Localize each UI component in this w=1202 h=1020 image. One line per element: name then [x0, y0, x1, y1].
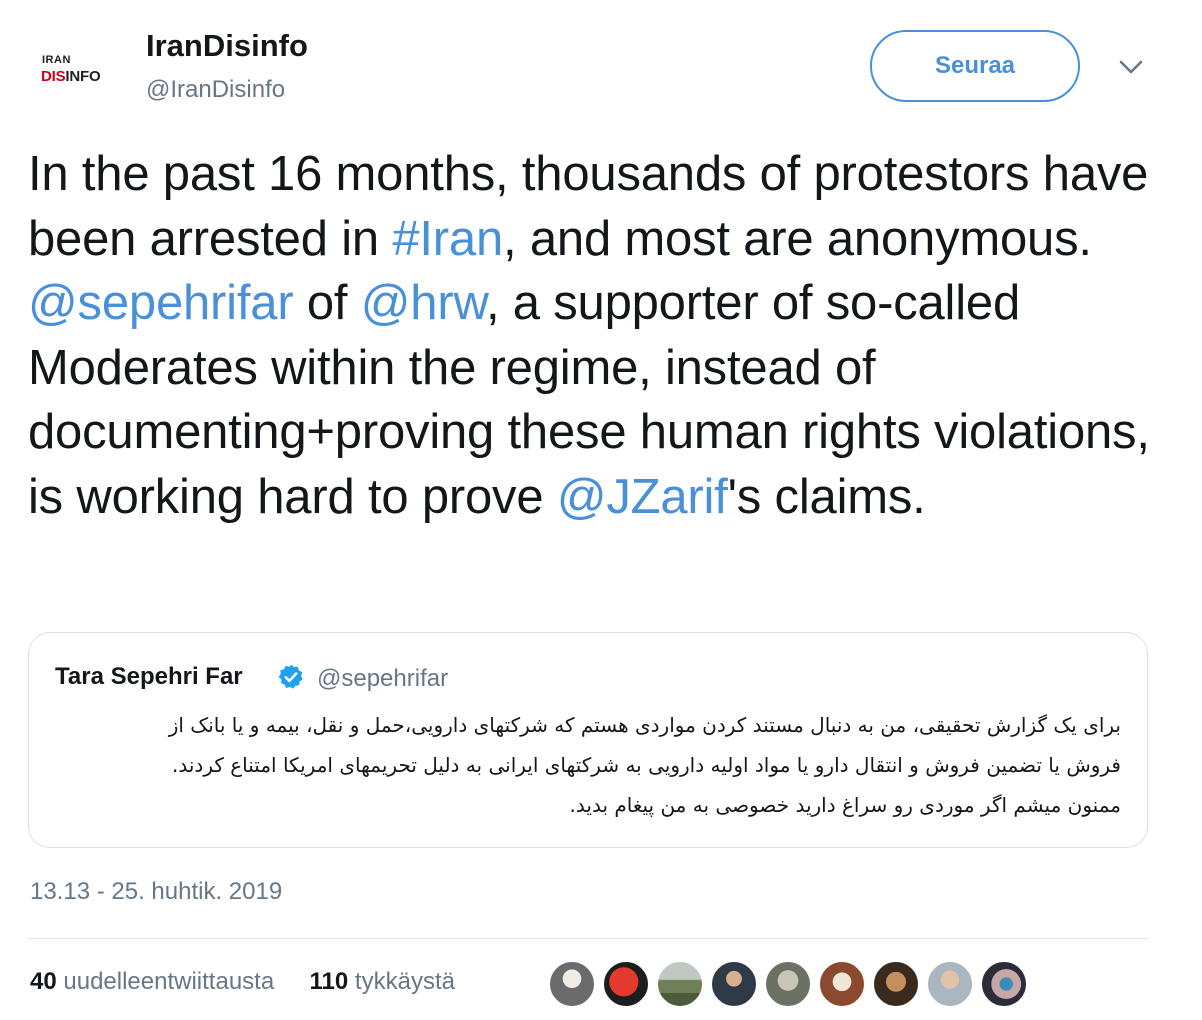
quoted-line: ممنون میشم اگر موردی رو سراغ دارید خصوصی… — [569, 793, 1121, 817]
avatar-logo-rest: INFO — [65, 68, 101, 85]
quoted-author-name[interactable]: Tara Sepehri Far — [55, 663, 243, 691]
likes-label[interactable]: tykkäystä — [355, 968, 455, 995]
liker-avatar[interactable] — [548, 960, 596, 1008]
tweet-text: In the past 16 months, thousands of prot… — [28, 142, 1178, 529]
avatar-logo-bottom: DISINFO — [41, 68, 101, 85]
author-handle[interactable]: @IranDisinfo — [146, 76, 285, 104]
liker-avatar[interactable] — [818, 960, 866, 1008]
mention-link[interactable]: @JZarif — [557, 470, 728, 524]
liker-avatar[interactable] — [602, 960, 650, 1008]
liker-avatar[interactable] — [926, 960, 974, 1008]
liker-avatar[interactable] — [872, 960, 920, 1008]
liker-avatar[interactable] — [656, 960, 704, 1008]
quoted-line: فروش یا تضمین فروش و انتقال دارو یا مواد… — [171, 753, 1121, 777]
chevron-down-icon[interactable] — [1118, 54, 1144, 80]
engagement-stats: 40 uudelleentwiittausta 110 tykkäystä — [30, 968, 455, 996]
mention-link[interactable]: @sepehrifar — [28, 276, 294, 330]
tweet-header: IRAN DISINFO IranDisinfo @IranDisinfo Se… — [0, 0, 1202, 130]
tweet-text-segment: , and most are anonymous. — [503, 211, 1092, 266]
tweet-text-segment: of — [293, 276, 361, 330]
retweets-count[interactable]: 40 — [30, 968, 57, 995]
likes-count[interactable]: 110 — [310, 968, 349, 995]
quoted-tweet-text: برای یک گزارش تحقیقی، من به دنبال مستند … — [59, 705, 1121, 825]
quoted-author-handle[interactable]: @sepehrifar — [317, 665, 448, 693]
avatar-logo-red: DIS — [41, 68, 66, 85]
hashtag-link[interactable]: #Iran — [392, 212, 503, 266]
author-avatar[interactable]: IRAN DISINFO — [30, 30, 122, 122]
quoted-line: برای یک گزارش تحقیقی، من به دنبال مستند … — [168, 713, 1121, 737]
liker-avatar[interactable] — [980, 960, 1028, 1008]
tweet-text-segment: 's claims. — [727, 469, 926, 524]
mention-link[interactable]: @hrw — [361, 276, 486, 330]
author-display-name[interactable]: IranDisinfo — [146, 28, 308, 64]
retweets-label[interactable]: uudelleentwiittausta — [63, 968, 274, 995]
verified-badge-icon — [278, 664, 303, 689]
avatar-logo-top: IRAN — [42, 54, 71, 66]
liker-avatar[interactable] — [710, 960, 758, 1008]
liker-avatar[interactable] — [764, 960, 812, 1008]
tweet-timestamp[interactable]: 13.13 - 25. huhtik. 2019 — [30, 878, 282, 906]
divider — [28, 938, 1148, 939]
quoted-tweet[interactable]: Tara Sepehri Far @sepehrifar برای یک گزا… — [28, 632, 1148, 848]
follow-button[interactable]: Seuraa — [870, 30, 1080, 102]
